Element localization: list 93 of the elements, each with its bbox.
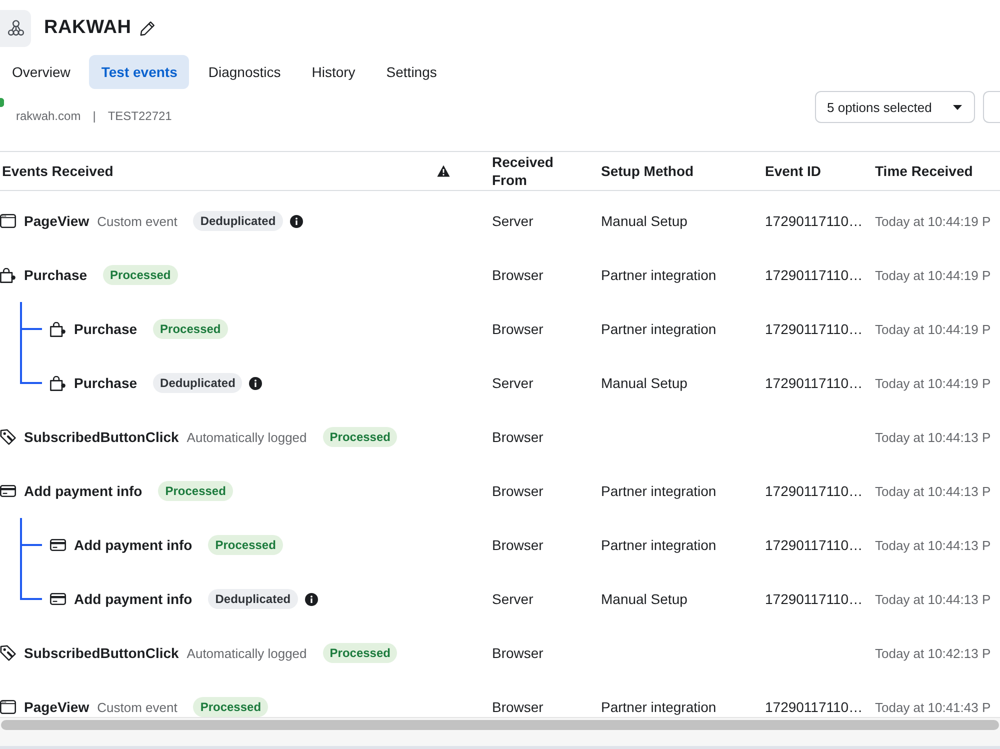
shopping-bag-icon bbox=[50, 322, 66, 336]
scrollbar-thumb[interactable] bbox=[1, 720, 999, 730]
event-name: Add payment info bbox=[74, 591, 192, 607]
status-badge: Processed bbox=[153, 319, 228, 339]
tab[interactable]: Test events bbox=[89, 55, 190, 89]
info-icon[interactable] bbox=[304, 592, 318, 606]
setup-method-text: Partner integration bbox=[601, 483, 716, 499]
time-received-text: Today at 10:44:19 P bbox=[875, 268, 991, 282]
status-badge: Processed bbox=[322, 427, 398, 447]
status-badge: Deduplicated bbox=[193, 211, 283, 231]
separator-text: | bbox=[92, 109, 96, 123]
event-name: Add payment info bbox=[24, 483, 142, 499]
received-from-text: Browser bbox=[492, 645, 544, 661]
info-icon[interactable] bbox=[290, 214, 303, 228]
column-header: Events Received bbox=[2, 162, 114, 180]
received-from-text: Browser bbox=[492, 483, 544, 499]
time-received-text: Today at 10:44:19 P bbox=[875, 376, 991, 390]
setup-method-text: Partner integration bbox=[601, 537, 716, 553]
event-id-text: 17290117110… bbox=[765, 483, 863, 499]
event-id-text: 17290117110… bbox=[765, 537, 863, 553]
event-name: Purchase bbox=[24, 267, 88, 283]
setup-method-text: Partner integration bbox=[601, 699, 716, 715]
time-received-text: Today at 10:44:13 P bbox=[875, 538, 991, 552]
status-badge: Processed bbox=[103, 265, 178, 285]
received-from-text: Browser bbox=[492, 267, 544, 283]
setup-method-text: Partner integration bbox=[601, 321, 716, 337]
setup-method-text: Manual Setup bbox=[601, 375, 688, 391]
event-name: SubscribedButtonClick bbox=[24, 429, 179, 445]
browser-window-icon bbox=[0, 214, 16, 228]
info-icon[interactable] bbox=[249, 376, 262, 390]
domain-text: rakwah.com bbox=[16, 109, 81, 123]
page-title: RAKWAH bbox=[44, 17, 132, 39]
setup-method-text: Manual Setup bbox=[601, 213, 688, 229]
browser-window-icon bbox=[0, 700, 16, 714]
credit-card-icon bbox=[50, 539, 66, 551]
status-badge: Deduplicated bbox=[208, 589, 298, 609]
time-received-text: Today at 10:44:19 P bbox=[875, 214, 991, 228]
credit-card-icon bbox=[50, 593, 66, 605]
received-from-text: Server bbox=[492, 591, 534, 607]
warning-icon bbox=[437, 165, 450, 177]
event-name: Purchase bbox=[74, 375, 138, 391]
time-received-text: Today at 10:44:19 P bbox=[875, 322, 991, 336]
time-received-text: Today at 10:44:13 P bbox=[875, 430, 991, 444]
received-from-text: Browser bbox=[492, 429, 544, 445]
status-badge: Processed bbox=[158, 481, 233, 501]
received-from-text: Browser bbox=[492, 321, 544, 337]
column-header: Setup Method bbox=[601, 162, 694, 180]
event-type: Custom event bbox=[97, 214, 178, 228]
pencil-icon[interactable] bbox=[140, 20, 156, 36]
event-name: PageView bbox=[24, 213, 90, 229]
tab[interactable]: Diagnostics bbox=[196, 55, 293, 89]
tab[interactable]: Settings bbox=[374, 55, 449, 89]
time-received-text: Today at 10:42:13 P bbox=[875, 646, 991, 660]
event-id-text: 17290117110… bbox=[765, 321, 863, 337]
event-name: Purchase bbox=[74, 321, 138, 337]
received-from-text: Browser bbox=[492, 537, 544, 553]
nodes-icon bbox=[8, 20, 24, 36]
event-type: Custom event bbox=[97, 700, 178, 714]
event-id-text: 17290117110… bbox=[765, 699, 863, 715]
tab[interactable]: Overview bbox=[0, 55, 82, 89]
event-type: Automatically logged bbox=[186, 646, 307, 660]
setup-method-text: Partner integration bbox=[601, 267, 716, 283]
event-name: Add payment info bbox=[74, 537, 192, 553]
event-name: PageView bbox=[24, 699, 90, 715]
time-received-text: Today at 10:44:13 P bbox=[875, 592, 991, 606]
test-code-text: TEST22721 bbox=[108, 109, 172, 123]
column-header: Received From bbox=[492, 153, 554, 189]
status-badge: Deduplicated bbox=[153, 373, 242, 393]
status-badge: Processed bbox=[193, 697, 268, 717]
tag-icon bbox=[0, 429, 16, 445]
received-from-text: Server bbox=[492, 375, 534, 391]
caret-down-icon bbox=[953, 104, 962, 110]
received-from-text: Browser bbox=[492, 699, 544, 715]
shopping-bag-icon bbox=[50, 376, 66, 390]
status-badge: Processed bbox=[322, 643, 398, 663]
event-id-text: 17290117110… bbox=[765, 213, 863, 229]
column-header: Event ID bbox=[765, 162, 822, 180]
column-header: Time Received bbox=[875, 162, 973, 180]
event-type: Automatically logged bbox=[186, 430, 307, 444]
tag-icon bbox=[0, 645, 16, 661]
credit-card-icon bbox=[0, 485, 16, 497]
shopping-bag-icon bbox=[0, 268, 16, 282]
status-badge: Processed bbox=[208, 535, 283, 555]
event-id-text: 17290117110… bbox=[765, 591, 863, 607]
event-id-text: 17290117110… bbox=[765, 267, 863, 283]
setup-method-text: Manual Setup bbox=[601, 591, 688, 607]
time-received-text: Today at 10:41:43 P bbox=[875, 700, 991, 714]
event-name: SubscribedButtonClick bbox=[24, 645, 179, 661]
tab[interactable]: History bbox=[300, 55, 368, 89]
received-from-text: Server bbox=[492, 213, 534, 229]
options-dropdown[interactable]: 5 options selected bbox=[815, 91, 975, 123]
time-received-text: Today at 10:44:13 P bbox=[875, 484, 991, 498]
event-id-text: 17290117110… bbox=[765, 375, 863, 391]
